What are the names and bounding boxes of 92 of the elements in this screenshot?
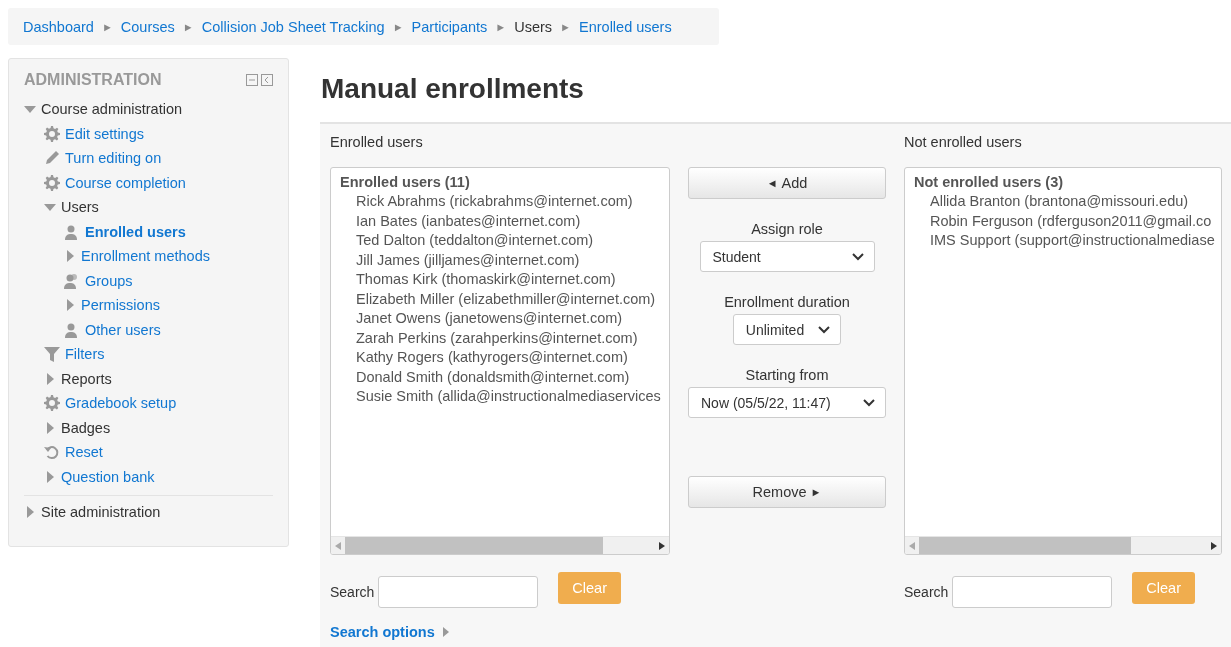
page-title: Manual enrollments (321, 73, 584, 105)
horizontal-scrollbar[interactable] (331, 536, 669, 554)
collapsed-caret-icon[interactable] (26, 506, 34, 519)
search-label: Search (904, 584, 949, 600)
user-icon (64, 223, 80, 240)
remove-button[interactable]: Remove ► (688, 476, 886, 508)
scroll-left-icon[interactable] (335, 541, 341, 550)
collapsed-caret-icon[interactable] (66, 250, 74, 263)
user-listbox[interactable]: Not enrolled users (3) Allida Branton (brantona@missouri.edu) Robin Ferguson (rdferguson2011@gmail.co IMS Support (support@instructionalmediase (904, 167, 1222, 555)
scroll-right-icon[interactable] (1211, 541, 1217, 550)
expanded-caret-icon[interactable] (24, 105, 36, 113)
search-field[interactable] (952, 576, 1113, 608)
breadcrumb-link[interactable]: Collision Job Sheet Tracking (201, 18, 385, 35)
search-label: Search (330, 584, 375, 600)
user-option[interactable]: Kathy Rogers (kathyrogers@internet.com) (340, 348, 660, 368)
dropdown[interactable]: Student (699, 241, 875, 272)
user-option[interactable]: Allida Branton (brantona@missouri.edu) (914, 192, 1212, 212)
user-icon (64, 321, 80, 338)
scroll-right-icon[interactable] (659, 541, 665, 550)
tree-section[interactable]: Site administration (41, 504, 161, 521)
tree-link[interactable]: Turn editing on (65, 150, 162, 167)
gear-icon (44, 395, 60, 412)
user-listbox[interactable] (330, 167, 670, 555)
user-option[interactable]: Ian Bates (ianbates@internet.com) (340, 211, 660, 231)
tree-link[interactable]: Permissions (81, 297, 160, 314)
tree-section[interactable]: Users (61, 199, 99, 216)
dropdown[interactable]: Unlimited (732, 314, 842, 345)
reset-icon (44, 444, 60, 461)
list-caption: Not enrolled users (904, 134, 1023, 152)
option-group-label: Enrolled users (11) (340, 173, 471, 192)
dropdown[interactable]: Now (05/5/22, 11:47) (688, 387, 886, 418)
list-caption: Enrolled users (330, 134, 424, 152)
chevron-down-icon (818, 325, 831, 334)
tree-section[interactable]: Badges (61, 419, 111, 436)
user-option[interactable]: IMS Support (support@instructionalmediase (914, 231, 1212, 251)
horizontal-scrollbar[interactable] (905, 536, 1221, 554)
tree-section[interactable]: Reports (61, 370, 112, 387)
field-label: Assign role (751, 221, 823, 237)
user-option[interactable]: Janet Owens (janetowens@internet.com) (340, 309, 660, 329)
field-label: Starting from (745, 367, 829, 383)
expanded-caret-icon[interactable] (44, 203, 56, 211)
tree-link[interactable]: Enrolled users (85, 223, 186, 240)
user-option[interactable]: Robin Ferguson (rdferguson2011@gmail.co (914, 211, 1212, 231)
tree-link[interactable]: Enrollment methods (81, 248, 210, 265)
add-button[interactable]: ◄ Add (688, 167, 886, 199)
breadcrumb-link[interactable]: Participants (411, 18, 488, 35)
user-option[interactable]: Susie Smith (allida@instructionalmediaservices (340, 387, 660, 407)
user-option[interactable]: Zarah Perkins (zarahperkins@internet.com) (340, 328, 660, 348)
breadcrumb-link[interactable]: Dashboard (23, 18, 94, 35)
field-label: Enrollment duration (724, 294, 850, 310)
breadcrumb-separator: ► (182, 20, 194, 33)
tree-link[interactable]: Filters (65, 346, 105, 363)
user-option[interactable]: Rick Abrahms (rickabrahms@internet.com) (340, 192, 660, 212)
collapsed-caret-icon[interactable] (66, 299, 74, 312)
breadcrumb-separator: ► (392, 20, 404, 33)
collapsed-caret-icon[interactable] (442, 627, 449, 637)
gear-icon (44, 125, 60, 142)
collapsed-caret-icon[interactable] (46, 421, 54, 434)
user-option[interactable]: Thomas Kirk (thomaskirk@internet.com) (340, 270, 660, 290)
user-option[interactable]: Jill James (jilljames@internet.com) (340, 250, 660, 270)
tree-link[interactable]: Course completion (65, 174, 186, 191)
tree-section[interactable]: Course administration (41, 101, 183, 118)
tree-link[interactable]: Question bank (61, 468, 155, 485)
scroll-left-icon[interactable] (909, 541, 915, 550)
block-title: ADMINISTRATION (24, 71, 162, 89)
tree-link[interactable]: Gradebook setup (65, 395, 177, 412)
collapsed-caret-icon[interactable] (46, 470, 54, 483)
tree-link[interactable]: Edit settings (65, 125, 144, 142)
filter-icon (44, 346, 60, 363)
tree-link[interactable]: Other users (85, 321, 161, 338)
search-field[interactable] (378, 576, 539, 608)
users-icon (64, 272, 80, 289)
pencil-icon (44, 150, 60, 167)
breadcrumb-link[interactable]: Courses (120, 18, 175, 35)
breadcrumb-item: Users (514, 18, 553, 35)
option-group-label: Not enrolled users (3) (914, 173, 1065, 192)
gear-icon (44, 174, 60, 191)
user-option[interactable]: Elizabeth Miller (elizabethmiller@internet.com) (340, 289, 660, 309)
tree-link[interactable]: Groups (85, 272, 133, 289)
breadcrumb-separator: ► (495, 20, 507, 33)
breadcrumb-link[interactable]: Enrolled users (579, 18, 672, 35)
chevron-down-icon (851, 252, 864, 261)
search-options-link[interactable]: Search options (330, 624, 435, 640)
dock-icon[interactable] (261, 74, 273, 86)
collapsed-caret-icon[interactable] (46, 372, 54, 385)
breadcrumb-separator: ► (560, 20, 571, 33)
tree-link[interactable]: Reset (65, 444, 103, 461)
user-option[interactable]: Donald Smith (donaldsmith@internet.com) (340, 367, 660, 387)
breadcrumb-separator: ► (101, 20, 113, 33)
user-option[interactable]: Ted Dalton (teddalton@internet.com) (340, 231, 660, 251)
chevron-down-icon (863, 398, 875, 407)
minimize-icon[interactable] (246, 74, 258, 86)
